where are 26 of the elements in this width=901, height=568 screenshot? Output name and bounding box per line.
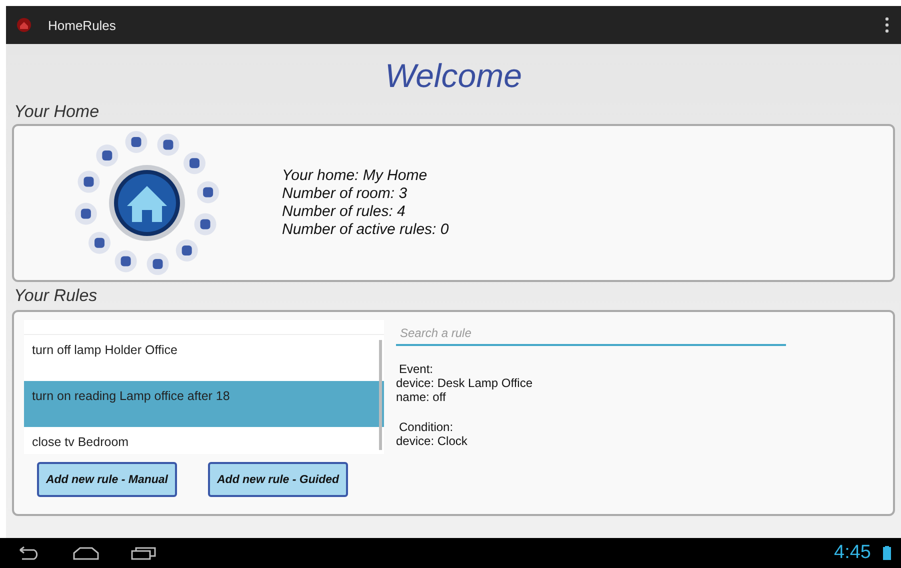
rule-item[interactable]: turn on reading Lamp office after 18 [24,381,384,427]
home-info-text: Number of rules: 4 [282,203,406,221]
home-icon[interactable] [72,546,100,560]
home-info-text: Your home: My Home [282,167,428,185]
rule-detail-text: device: Desk Lamp Office [396,376,534,390]
app-logo-icon[interactable] [16,17,32,33]
home-info-text: Number of active rules: 0 [282,221,449,239]
add-rule-button[interactable]: Add new rule - Guided [208,462,348,497]
rule-item[interactable]: turn off lamp Holder Office [24,335,384,381]
battery-icon [883,546,891,560]
overflow-menu-icon[interactable] [885,17,889,33]
rule-detail-text: name: off [396,390,447,404]
welcome-title: Welcome [384,56,523,96]
rule-detail-text: device: Clock [396,434,468,448]
recent-apps-icon[interactable] [130,546,158,560]
rule-detail-text: Condition: [398,420,454,434]
rule-detail-text: Event: [398,362,434,376]
scrollbar[interactable] [379,340,382,450]
app-title: HomeRules [48,18,116,32]
clock-text: 4:45 [834,542,871,564]
section-heading: Your Home [14,102,100,122]
section-heading: Your Rules [14,286,98,306]
search-field[interactable]: Search a rule [396,320,786,346]
rule-item[interactable]: close tv Bedroom [24,427,384,454]
home-info-text: Number of room: 3 [282,185,408,203]
add-rule-button[interactable]: Add new rule - Manual [37,462,177,497]
